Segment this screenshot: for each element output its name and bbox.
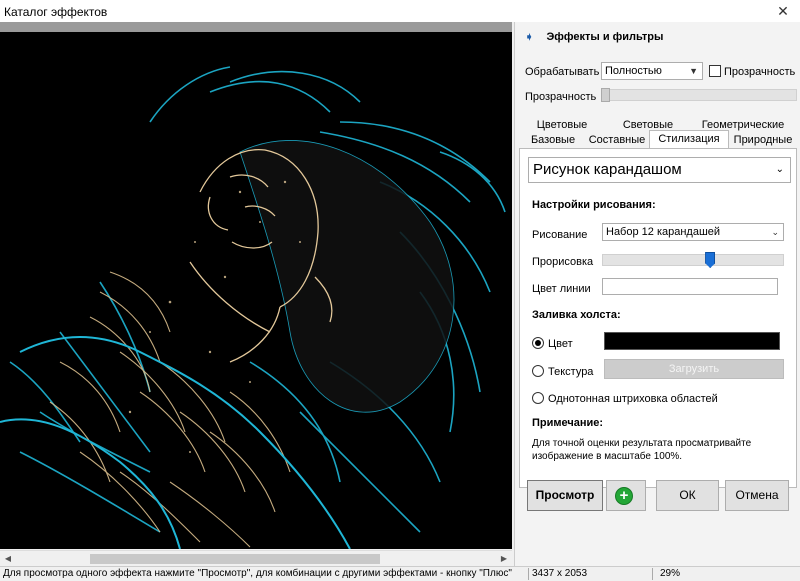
line-color-label: Цвет линии bbox=[532, 283, 591, 295]
horizontal-scrollbar[interactable]: ◀ ▶ bbox=[0, 550, 512, 566]
note-title: Примечание: bbox=[532, 417, 604, 429]
mono-hatching-radio[interactable] bbox=[532, 392, 544, 404]
preview-top-border bbox=[0, 22, 512, 32]
preview-image[interactable] bbox=[0, 32, 512, 549]
detail-label: Прорисовка bbox=[532, 256, 594, 268]
fill-color-label: Цвет bbox=[548, 338, 573, 350]
window-title: Каталог эффектов bbox=[4, 5, 108, 19]
tab-composite[interactable]: Составные bbox=[585, 132, 649, 148]
title-bar: Каталог эффектов ✕ bbox=[0, 0, 800, 22]
process-label: Обрабатывать bbox=[525, 66, 600, 78]
cancel-button[interactable]: Отмена bbox=[725, 480, 789, 511]
scroll-right-icon[interactable]: ▶ bbox=[496, 551, 512, 567]
preview-panel: ◀ ▶ bbox=[0, 22, 514, 566]
process-select-value: Полностью bbox=[605, 65, 662, 77]
status-separator bbox=[652, 568, 653, 580]
mono-hatching-label: Однотонная штриховка областей bbox=[548, 393, 718, 405]
preview-button[interactable]: Просмотр bbox=[527, 480, 603, 511]
status-dimensions: 3437 x 2053 bbox=[532, 568, 588, 579]
transparency-checkbox-label: Прозрачность bbox=[724, 66, 796, 78]
detail-slider[interactable] bbox=[602, 254, 784, 266]
drawing-select[interactable]: Набор 12 карандашей ⌄ bbox=[602, 223, 784, 241]
status-hint: Для просмотра одного эффекта нажмите "Пр… bbox=[3, 568, 512, 579]
line-color-swatch[interactable] bbox=[602, 278, 778, 295]
drawing-select-value: Набор 12 карандашей bbox=[606, 226, 721, 238]
effects-header: ➧ Эффекты и фильтры bbox=[525, 31, 663, 43]
ok-button[interactable]: ОК bbox=[656, 480, 719, 511]
status-bar: Для просмотра одного эффекта нажмите "Пр… bbox=[0, 566, 800, 581]
process-select[interactable]: Полностью ▼ bbox=[601, 62, 703, 80]
close-icon[interactable]: ✕ bbox=[766, 0, 800, 22]
canvas-fill-title: Заливка холста: bbox=[532, 309, 621, 321]
scroll-left-icon[interactable]: ◀ bbox=[0, 551, 16, 567]
fill-texture-radio[interactable] bbox=[532, 365, 544, 377]
settings-panel: ➧ Эффекты и фильтры Обрабатывать Полност… bbox=[514, 22, 800, 566]
load-texture-button[interactable]: Загрузить bbox=[604, 359, 784, 379]
scrollbar-thumb[interactable] bbox=[90, 554, 380, 564]
plus-button[interactable]: + bbox=[606, 480, 646, 511]
effects-header-title: Эффекты и фильтры bbox=[546, 31, 664, 43]
arrow-right-icon: ➧ bbox=[525, 32, 534, 43]
drawing-settings-title: Настройки рисования: bbox=[532, 199, 656, 211]
fill-color-swatch[interactable] bbox=[604, 332, 780, 350]
tab-natural[interactable]: Природные bbox=[731, 132, 795, 148]
plus-icon: + bbox=[615, 487, 633, 505]
transparency-slider-thumb[interactable] bbox=[601, 88, 610, 102]
transparency-slider[interactable] bbox=[601, 89, 797, 101]
transparency-checkbox[interactable] bbox=[709, 65, 721, 77]
chevron-down-icon: ▼ bbox=[689, 66, 698, 76]
fill-texture-label: Текстура bbox=[548, 366, 594, 378]
tab-stylization[interactable]: Стилизация bbox=[649, 130, 729, 148]
stylization-tab-panel: Рисунок карандашом ⌄ Настройки рисования… bbox=[519, 148, 797, 488]
pencil-sketch-portrait-image bbox=[0, 32, 512, 549]
tab-basic[interactable]: Базовые bbox=[523, 132, 583, 148]
chevron-down-icon: ⌄ bbox=[771, 227, 779, 237]
status-zoom: 29% bbox=[660, 568, 681, 579]
transparency-label: Прозрачность bbox=[525, 91, 597, 103]
status-separator bbox=[528, 568, 529, 580]
chevron-down-icon: ⌄ bbox=[775, 164, 784, 175]
effect-select[interactable]: Рисунок карандашом ⌄ bbox=[528, 157, 791, 183]
fill-color-radio[interactable] bbox=[532, 337, 544, 349]
effect-select-value: Рисунок карандашом bbox=[533, 161, 682, 178]
tab-color[interactable]: Цветовые bbox=[529, 117, 595, 133]
note-text: Для точной оценки результата просматрива… bbox=[532, 438, 752, 462]
drawing-label: Рисование bbox=[532, 229, 588, 241]
